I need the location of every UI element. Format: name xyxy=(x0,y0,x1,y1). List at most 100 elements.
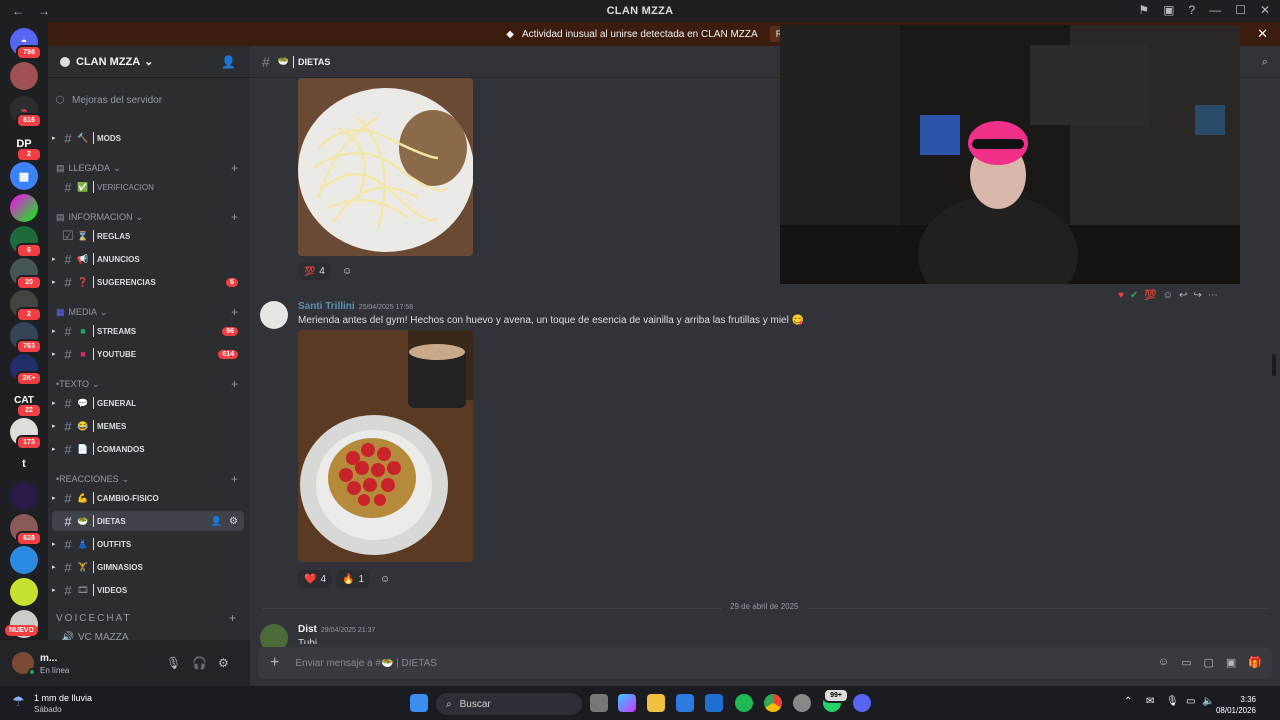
windows-start-icon[interactable] xyxy=(410,694,428,712)
add-channel-icon[interactable]: + xyxy=(231,377,238,391)
server-icon[interactable]: 6 xyxy=(10,226,42,258)
gear-icon[interactable]: ⚙ xyxy=(229,516,238,527)
channel-comandos[interactable]: ▸ # 📄 COMANDOS xyxy=(52,439,244,459)
server-icon-cat[interactable]: CAT 22 xyxy=(10,386,42,418)
category-llegada[interactable]: ▤ LLEGADA ⌄ + xyxy=(56,160,244,176)
boost-item[interactable]: ⬡ Mejoras del servidor xyxy=(52,90,244,110)
channel-dietas[interactable]: # 🥗 DIETAS 👤 ⚙ xyxy=(52,511,244,531)
volume-icon[interactable]: 🔈 xyxy=(1202,696,1214,707)
server-icon[interactable]: ▦ xyxy=(10,162,38,190)
message-author[interactable]: Dist 29/04/2025 21:37 xyxy=(298,624,375,635)
reaction-chip[interactable]: 💯 4 xyxy=(298,262,331,280)
add-reaction-button[interactable]: ☺ xyxy=(374,570,396,588)
spotify-icon[interactable] xyxy=(735,694,753,712)
reaction-shortcut-icon[interactable]: ♥ xyxy=(1118,290,1124,301)
microphone-icon[interactable]: 🎙 xyxy=(1166,696,1179,707)
server-icon[interactable] xyxy=(10,194,38,222)
forward-icon[interactable]: ↪ xyxy=(1193,290,1201,301)
server-icon[interactable]: 173 xyxy=(10,418,42,450)
minimize-icon[interactable]: — xyxy=(1209,3,1221,17)
channel-cambio-fisico[interactable]: ▸ # 💪 CAMBIO-FISICO xyxy=(52,488,244,508)
close-window-icon[interactable]: ✕ xyxy=(1260,3,1270,17)
message-image[interactable] xyxy=(298,330,473,562)
taskbar-search[interactable]: ⌕ Buscar xyxy=(436,693,582,715)
avatar[interactable] xyxy=(260,301,288,329)
server-icon[interactable] xyxy=(10,578,38,606)
channel-verificacion[interactable]: # ✅ VERIFICACION xyxy=(52,177,244,197)
category-reacciones[interactable]: •REACCIONES ⌄ + xyxy=(56,471,244,487)
tray-icon[interactable]: ✉ xyxy=(1146,696,1154,707)
category-informacion[interactable]: ▤ INFORMACION ⌄ + xyxy=(56,209,244,225)
reaction-chip[interactable]: 🔥 1 xyxy=(336,570,371,588)
author-name[interactable]: Santi Trillini xyxy=(298,301,355,312)
server-icon[interactable]: 2 xyxy=(10,290,42,322)
add-channel-icon[interactable]: + xyxy=(231,161,238,175)
channel-general[interactable]: ▸ # 💬 GENERAL xyxy=(52,393,244,413)
attach-plus-icon[interactable]: + xyxy=(270,654,279,672)
inbox-flag-icon[interactable]: ⚑ xyxy=(1138,3,1149,17)
category-texto[interactable]: •TEXTO ⌄ + xyxy=(56,376,244,392)
channel-memes[interactable]: ▸ # 😂 MEMES xyxy=(52,416,244,436)
gear-icon[interactable]: ⚙ xyxy=(218,656,229,670)
server-icon[interactable]: 2K+ xyxy=(10,354,42,386)
screen-icon[interactable]: ▣ xyxy=(1163,3,1174,17)
discord-home-icon[interactable]: ◓ 798 xyxy=(10,28,42,60)
emoji-icon[interactable]: ☺ xyxy=(1158,656,1169,669)
server-header[interactable]: CLAN MZZA ⌄ 👤 xyxy=(48,46,250,78)
category-voicechat[interactable]: VOICECHAT + xyxy=(56,610,244,626)
chevron-up-icon[interactable]: ⌃ xyxy=(1124,696,1132,707)
help-icon[interactable]: ? xyxy=(1188,3,1195,17)
invite-icon[interactable]: 👤 xyxy=(221,55,236,69)
microphone-icon[interactable]: 🎙 xyxy=(166,656,181,670)
message-image[interactable] xyxy=(298,78,473,256)
invite-icon[interactable]: 👤 xyxy=(211,516,222,527)
author-name[interactable]: Dist xyxy=(298,624,317,635)
server-icon[interactable] xyxy=(10,482,38,510)
app-icon[interactable] xyxy=(793,694,811,712)
search-icon[interactable]: ⌕ xyxy=(1262,56,1268,69)
composer-placeholder[interactable]: Enviar mensaje a #🥗 | DIETAS xyxy=(295,658,437,669)
server-icon-dp[interactable]: DP 2 xyxy=(10,130,42,162)
add-channel-icon[interactable]: + xyxy=(229,611,238,625)
add-channel-icon[interactable]: + xyxy=(231,305,238,319)
channel-gimnasios[interactable]: ▸ # 🏋 GIMNASIOS xyxy=(52,557,244,577)
task-view-icon[interactable] xyxy=(590,694,608,712)
channel-mods[interactable]: ▸ # 🔨 MODS xyxy=(52,128,244,148)
channel-videos[interactable]: ▸ # 🎞 VIDEOS xyxy=(52,580,244,600)
headphones-icon[interactable]: 🎧 xyxy=(192,656,207,670)
channel-anuncios[interactable]: ▸ # 📢 ANUNCIOS xyxy=(52,249,244,269)
whatsapp-icon[interactable]: 99+ xyxy=(823,688,849,712)
hundred-reaction-icon[interactable]: 💯 xyxy=(1144,290,1156,301)
check-reaction-icon[interactable]: ✔ xyxy=(1130,290,1138,301)
add-reaction-button[interactable]: ☺ xyxy=(336,262,358,280)
gift-icon[interactable]: 🎁 xyxy=(1248,656,1262,669)
file-explorer-icon[interactable] xyxy=(647,694,665,712)
message-author[interactable]: Santi Trillini 25/04/2025 17:58 xyxy=(298,301,413,312)
channel-youtube[interactable]: ▸ # ■ YOUTUBE 614 xyxy=(52,344,244,364)
network-icon[interactable]: ▭ xyxy=(1186,696,1195,707)
close-banner-icon[interactable]: ✕ xyxy=(1257,26,1268,42)
discord-taskbar-icon[interactable] xyxy=(853,694,871,712)
add-channel-icon[interactable]: + xyxy=(231,210,238,224)
store-icon[interactable] xyxy=(676,694,694,712)
channel-reglas[interactable]: ☑ ⌛ REGLAS xyxy=(52,226,244,246)
server-icon-mzza[interactable]: ⌁ 616 xyxy=(10,96,42,128)
gif-icon[interactable]: ▭ xyxy=(1181,656,1191,669)
channel-outfits[interactable]: ▸ # 👗 OUTFITS xyxy=(52,534,244,554)
reaction-chip[interactable]: ❤️ 4 xyxy=(298,570,333,588)
clock[interactable]: 3:36 08/01/2026 xyxy=(1216,694,1256,716)
add-reaction-icon[interactable]: ☺ xyxy=(1163,290,1173,301)
server-icon[interactable] xyxy=(10,546,38,574)
category-media[interactable]: ▦ MEDIA ⌄ + xyxy=(56,304,244,320)
server-icon-t[interactable]: t xyxy=(10,450,38,478)
message-composer[interactable]: + Enviar mensaje a #🥗 | DIETAS ☺ ▭ ▢ ▣ 🎁 xyxy=(258,647,1272,679)
more-options-icon[interactable]: ⋯ xyxy=(1208,290,1218,301)
server-icon[interactable]: 20 xyxy=(10,258,42,290)
maximize-icon[interactable]: ☐ xyxy=(1235,3,1246,17)
image-icon[interactable]: ▣ xyxy=(1226,656,1236,669)
channel-sugerencias[interactable]: ▸ # ❓ SUGERENCIAS 6 xyxy=(52,272,244,292)
server-icon[interactable] xyxy=(10,62,38,90)
rain-icon[interactable]: ☂ xyxy=(12,693,25,710)
outlook-icon[interactable] xyxy=(705,694,723,712)
scrollbar[interactable] xyxy=(1272,354,1276,376)
